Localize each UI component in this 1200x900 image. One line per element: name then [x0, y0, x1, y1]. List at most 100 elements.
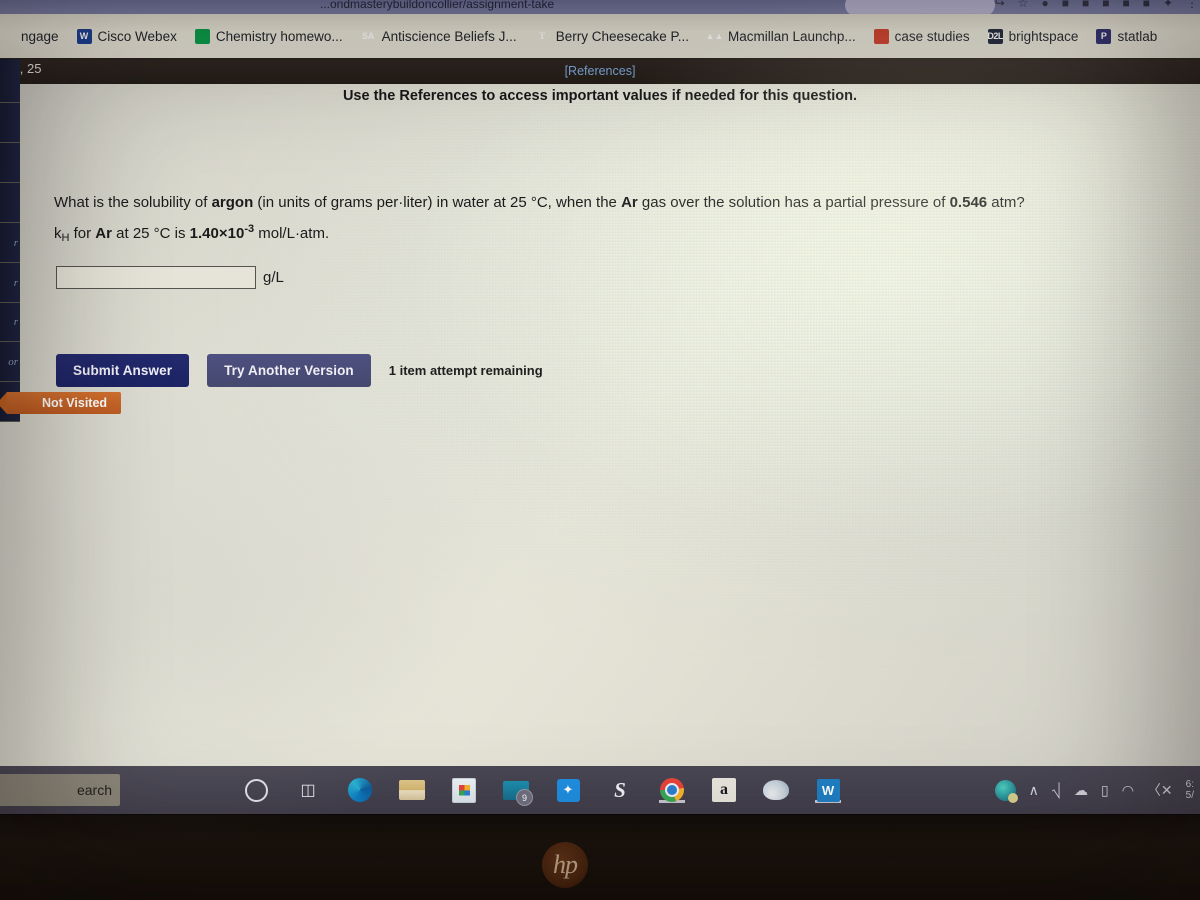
whatsapp-extension-icon[interactable]: ● [1041, 0, 1048, 10]
sidebar-item-2[interactable] [0, 103, 20, 143]
laptop-bezel [0, 815, 1200, 900]
chemistry-favicon [194, 28, 210, 44]
bookmark-label: statlab [1117, 28, 1158, 44]
windows-taskbar: earch ◫ 9 ✦ S a W ∧ ⎷ ☁ ▯ ◠ 〈✕ 6: 5/ [0, 766, 1200, 814]
windows-search-box[interactable]: earch [0, 774, 120, 806]
question-part-4: atm? [987, 194, 1025, 211]
bookmark-antiscience-beliefs[interactable]: SA Antiscience Beliefs J... [352, 29, 526, 44]
extension-icon-5[interactable]: ■ [1143, 0, 1150, 10]
extension-icon-4[interactable]: ■ [1122, 0, 1129, 10]
onedrive-icon[interactable]: ⎷ [1052, 782, 1061, 799]
omnibox-pill [845, 0, 995, 14]
bookmark-brightspace[interactable]: D2L brightspace [979, 28, 1088, 44]
statlab-favicon: P [1096, 28, 1112, 44]
bookmark-engage[interactable]: ngage [0, 29, 68, 44]
question-part-2: (in units of grams per·liter) in water a… [253, 194, 622, 211]
question-text: What is the solubility of argon (in unit… [54, 189, 1184, 252]
henry-units: mol/L·atm. [254, 225, 330, 242]
action-buttons-row: Submit Answer Try Another Version 1 item… [56, 354, 543, 387]
extension-icon-2[interactable]: ■ [1082, 0, 1089, 10]
henry-value-exponent: -3 [244, 223, 255, 235]
sidebar-item-5[interactable]: r [0, 223, 20, 263]
cloud-icon[interactable]: ☁ [1074, 782, 1088, 799]
try-another-version-button[interactable]: Try Another Version [207, 354, 371, 387]
dropbox-icon[interactable]: ✦ [555, 777, 581, 803]
sidebar-item-4[interactable] [0, 183, 20, 223]
attempts-remaining-text: 1 item attempt remaining [388, 363, 543, 378]
help-globe-icon[interactable] [994, 779, 1018, 803]
extension-icon-1[interactable]: ■ [1062, 0, 1069, 10]
brightspace-favicon: D2L [987, 28, 1003, 44]
henry-line-mid2: at 25 °C is [111, 225, 190, 242]
bookmark-label: Antiscience Beliefs J... [381, 28, 517, 44]
browser-toolbar-icons: ↪ ☆ ● ■ ■ ■ ■ ■ ✦ ⋮ [995, 0, 1198, 10]
file-explorer-icon[interactable] [399, 777, 425, 803]
word-icon[interactable]: W [815, 777, 841, 803]
shell-icon[interactable] [763, 777, 789, 803]
bookmark-chemistry-homework[interactable]: Chemistry homewo... [186, 28, 352, 44]
scientific-american-favicon: SA [361, 31, 375, 41]
sidebar-item-1[interactable] [0, 59, 20, 103]
sidebar-item-6[interactable]: r [0, 263, 20, 303]
taskbar-clock[interactable]: 6: 5/ [1186, 779, 1194, 801]
chrome-icon[interactable] [659, 777, 685, 803]
t-favicon: T [539, 31, 546, 41]
bookmark-berry-cheesecake[interactable]: T Berry Cheesecake P... [526, 29, 698, 44]
mail-unread-badge: 9 [516, 789, 533, 806]
bookmark-cisco-webex[interactable]: W Cisco Webex [68, 28, 186, 44]
battery-icon[interactable]: ▯ [1101, 782, 1109, 799]
show-hidden-icons-chevron[interactable]: ∧ [1029, 782, 1039, 799]
bookmark-macmillan-launchpad[interactable]: ▲▲ Macmillan Launchp... [698, 29, 865, 44]
references-link[interactable]: [References] [565, 64, 636, 78]
address-bar-url[interactable]: ...ondmasterybuildoncollier/assignment-t… [320, 0, 554, 11]
references-bar: -19, 25 [References] [0, 58, 1200, 84]
webex-favicon: W [76, 28, 92, 44]
laptop-screen-photo: ...ondmasterybuildoncollier/assignment-t… [0, 0, 1200, 900]
taskbar-icons: ◫ 9 ✦ S a W [243, 766, 841, 814]
submit-answer-button[interactable]: Submit Answer [56, 354, 190, 387]
answer-input[interactable] [56, 266, 256, 289]
sonic-icon[interactable]: S [607, 777, 633, 803]
case-studies-favicon [873, 28, 889, 44]
bookmark-label: case studies [894, 28, 970, 44]
bookmark-star-icon[interactable]: ☆ [1018, 0, 1029, 10]
question-bold-pressure: 0.546 [949, 194, 988, 211]
chrome-menu-icon[interactable]: ⋮ [1186, 0, 1198, 10]
browser-omnibox-strip: ...ondmasterybuildoncollier/assignment-t… [0, 0, 1200, 14]
hp-logo: hp [542, 842, 588, 888]
puzzle-extensions-icon[interactable]: ✦ [1163, 0, 1173, 10]
wifi-icon[interactable]: ◠ [1122, 782, 1134, 799]
bookmark-label: Chemistry homewo... [215, 28, 343, 44]
task-view-icon[interactable]: ◫ [295, 777, 321, 803]
henry-value: 1.40×10 [189, 225, 245, 242]
henry-constant-k: k [54, 225, 62, 242]
bookmark-label: Macmillan Launchp... [728, 28, 856, 44]
volume-muted-icon[interactable]: 〈✕ [1147, 780, 1173, 800]
bookmark-case-studies[interactable]: case studies [865, 28, 979, 44]
bookmarks-bar: ngage W Cisco Webex Chemistry homewo... … [0, 14, 1200, 58]
bookmark-statlab[interactable]: P statlab [1087, 28, 1166, 44]
answer-unit-label: g/L [263, 269, 284, 286]
henry-line-mid: for [69, 225, 96, 242]
microsoft-store-icon[interactable] [451, 777, 477, 803]
mail-icon[interactable]: 9 [503, 777, 533, 806]
share-icon[interactable]: ↪ [995, 0, 1005, 10]
bookmark-label: Cisco Webex [97, 28, 177, 44]
question-navigation-tabs: r r r or or [0, 58, 22, 788]
question-bold-argon: argon [211, 194, 254, 211]
sidebar-item-7[interactable]: r [0, 303, 20, 342]
sidebar-item-3[interactable] [0, 143, 20, 183]
macmillan-favicon: ▲▲ [705, 31, 724, 41]
instruction-text: Use the References to access important v… [342, 88, 858, 104]
sidebar-item-8[interactable]: or [0, 342, 20, 382]
cortana-icon[interactable] [243, 777, 269, 803]
bookmark-label: ngage [21, 28, 59, 44]
edge-icon[interactable] [347, 777, 373, 803]
question-part-1: What is the solubility of [54, 194, 212, 211]
system-tray: ∧ ⎷ ☁ ▯ ◠ 〈✕ 6: 5/ [994, 766, 1194, 814]
engage-favicon [0, 29, 15, 44]
extension-icon-3[interactable]: ■ [1102, 0, 1109, 10]
amazon-icon[interactable]: a [711, 777, 737, 803]
clock-date: 5/ [1185, 790, 1194, 801]
answer-row: g/L [56, 266, 284, 289]
